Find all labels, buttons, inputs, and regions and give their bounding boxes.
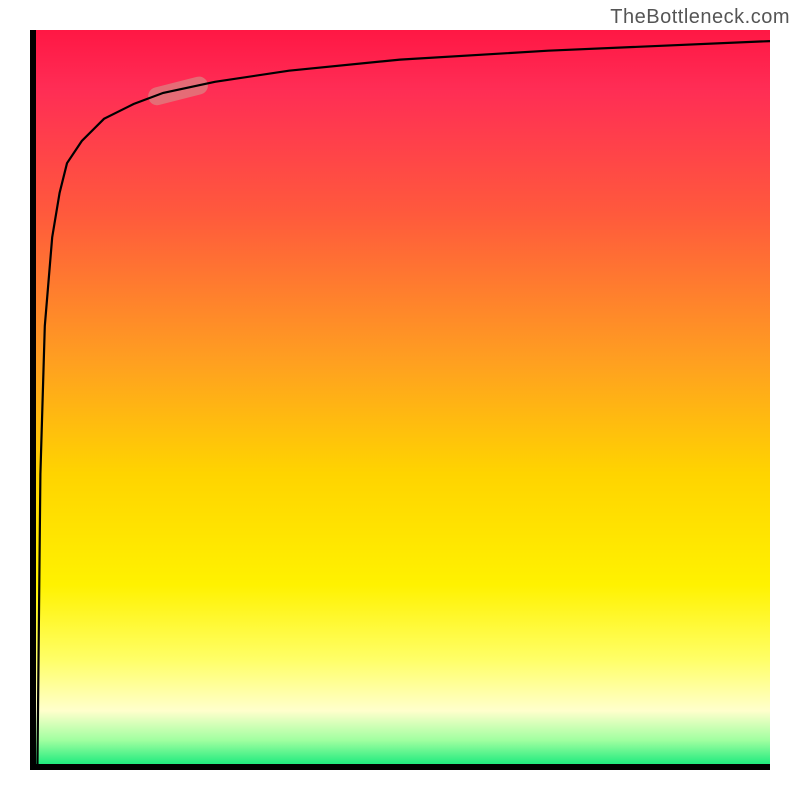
curve-svg xyxy=(30,30,770,770)
plot-area xyxy=(30,30,770,770)
highlight-pill xyxy=(146,75,210,108)
watermark-text: TheBottleneck.com xyxy=(610,6,790,29)
bottleneck-curve-path xyxy=(37,41,770,770)
highlight-pill-group xyxy=(146,75,210,108)
chart-container: TheBottleneck.com xyxy=(0,0,800,800)
